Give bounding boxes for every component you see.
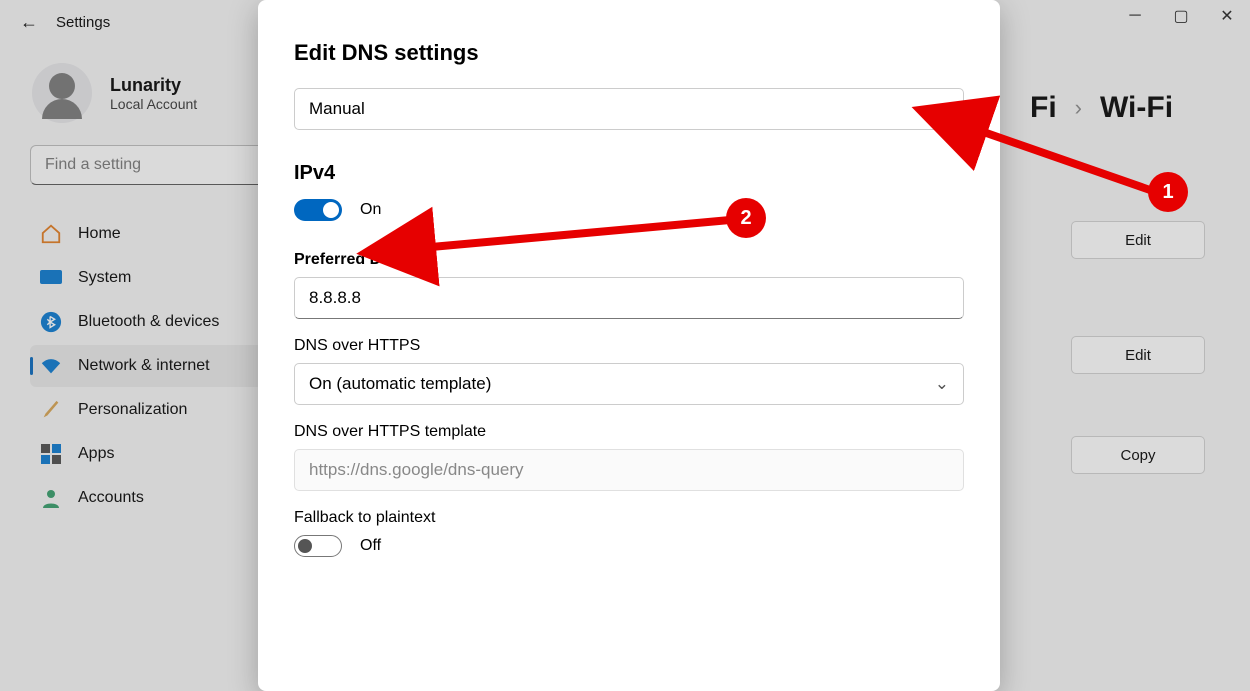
doh-value: On (automatic template) [309, 374, 491, 394]
sidebar-item-accounts[interactable]: Accounts [30, 477, 290, 519]
dns-mode-select[interactable]: Manual ⌄ [294, 88, 964, 130]
chevron-down-icon: ⌄ [935, 374, 949, 394]
window-maximize-button[interactable]: ▢ [1158, 0, 1204, 32]
search-input[interactable] [30, 145, 290, 185]
breadcrumb-part[interactable]: Fi [1030, 91, 1057, 125]
doh-template-label: DNS over HTTPS template [294, 423, 964, 441]
user-account-type: Local Account [110, 96, 197, 112]
preferred-dns-input[interactable] [294, 277, 964, 319]
sidebar-item-bluetooth[interactable]: Bluetooth & devices [30, 301, 290, 343]
sidebar-item-label: Home [78, 225, 121, 243]
home-icon [40, 223, 62, 245]
dialog-title: Edit DNS settings [294, 40, 964, 66]
ipv4-toggle-state: On [360, 201, 381, 219]
sidebar-item-label: Apps [78, 445, 114, 463]
fallback-label: Fallback to plaintext [294, 509, 964, 527]
back-arrow-icon[interactable]: ← [20, 12, 38, 33]
window-close-button[interactable]: ✕ [1204, 0, 1250, 32]
edit-button[interactable]: Edit [1071, 336, 1205, 374]
sidebar-item-label: Bluetooth & devices [78, 313, 219, 331]
sidebar-item-label: Network & internet [78, 357, 210, 375]
wifi-icon [40, 355, 62, 377]
sidebar-item-label: Personalization [78, 401, 187, 419]
sidebar-item-apps[interactable]: Apps [30, 433, 290, 475]
doh-template-readonly: https://dns.google/dns-query [294, 449, 964, 491]
chevron-down-icon: ⌄ [935, 99, 949, 119]
ipv4-toggle[interactable] [294, 199, 342, 221]
sidebar-item-home[interactable]: Home [30, 213, 290, 255]
doh-select[interactable]: On (automatic template) ⌄ [294, 363, 964, 405]
fallback-toggle-state: Off [360, 537, 381, 555]
ipv4-section-label: IPv4 [294, 162, 964, 185]
doh-label: DNS over HTTPS [294, 337, 964, 355]
preferred-dns-label: Preferred DNS [294, 251, 964, 269]
dns-mode-value: Manual [309, 99, 365, 119]
chevron-right-icon: › [1075, 95, 1082, 121]
sidebar-item-personalization[interactable]: Personalization [30, 389, 290, 431]
fallback-toggle[interactable] [294, 535, 342, 557]
sidebar-nav: Home System Bluetooth & devices [30, 213, 290, 519]
copy-button[interactable]: Copy [1071, 436, 1205, 474]
user-name: Lunarity [110, 75, 197, 96]
person-icon [40, 487, 62, 509]
breadcrumb-current: Wi-Fi [1100, 91, 1173, 125]
sidebar-item-label: Accounts [78, 489, 144, 507]
window-title: Settings [56, 14, 110, 31]
window-minimize-button[interactable]: ─ [1112, 0, 1158, 32]
bluetooth-icon [40, 311, 62, 333]
annotation-badge-2: 2 [726, 198, 766, 238]
edit-button[interactable]: Edit [1071, 221, 1205, 259]
user-profile[interactable]: Lunarity Local Account [30, 45, 290, 145]
avatar-icon [32, 63, 92, 123]
apps-icon [40, 443, 62, 465]
annotation-badge-1: 1 [1148, 172, 1188, 212]
breadcrumb: Fi › Wi-Fi [1030, 45, 1210, 125]
sidebar-item-system[interactable]: System [30, 257, 290, 299]
system-icon [40, 267, 62, 289]
sidebar-item-label: System [78, 269, 131, 287]
paintbrush-icon [40, 399, 62, 421]
sidebar-item-network[interactable]: Network & internet [30, 345, 290, 387]
edit-dns-dialog: Edit DNS settings Manual ⌄ IPv4 On Prefe… [258, 0, 1000, 691]
